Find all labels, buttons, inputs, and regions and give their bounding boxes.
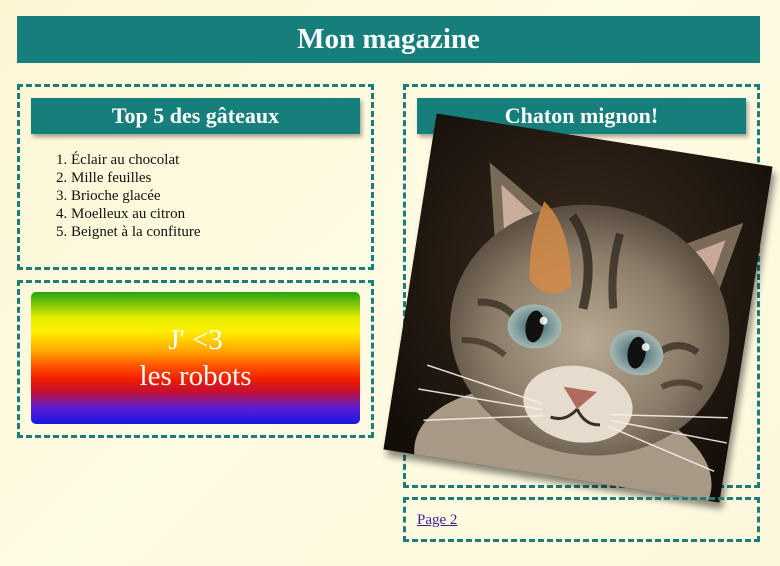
cakes-panel: Top 5 des gâteaux Éclair au chocolat Mil…	[17, 84, 374, 270]
page-title: Mon magazine	[297, 23, 480, 55]
cakes-title: Top 5 des gâteaux	[31, 98, 360, 134]
list-item: Éclair au chocolat	[71, 151, 201, 169]
kitten-illustration	[383, 113, 773, 503]
list-item: Beignet à la confiture	[71, 223, 201, 241]
page-2-link[interactable]: Page 2	[417, 512, 457, 529]
magazine-header: Mon magazine	[17, 16, 760, 63]
cakes-list: Éclair au chocolat Mille feuilles Brioch…	[30, 151, 201, 241]
banner-line-2: les robots	[139, 360, 252, 392]
robots-panel: J' <3 les robots	[17, 280, 374, 438]
pagination-panel: Page 2	[403, 497, 760, 542]
rainbow-banner: J' <3 les robots	[31, 292, 360, 424]
banner-line-1: J' <3	[168, 324, 223, 356]
list-item: Brioche glacée	[71, 187, 201, 205]
list-item: Mille feuilles	[71, 169, 201, 187]
list-item: Moelleux au citron	[71, 205, 201, 223]
kitten-photo	[383, 113, 773, 503]
